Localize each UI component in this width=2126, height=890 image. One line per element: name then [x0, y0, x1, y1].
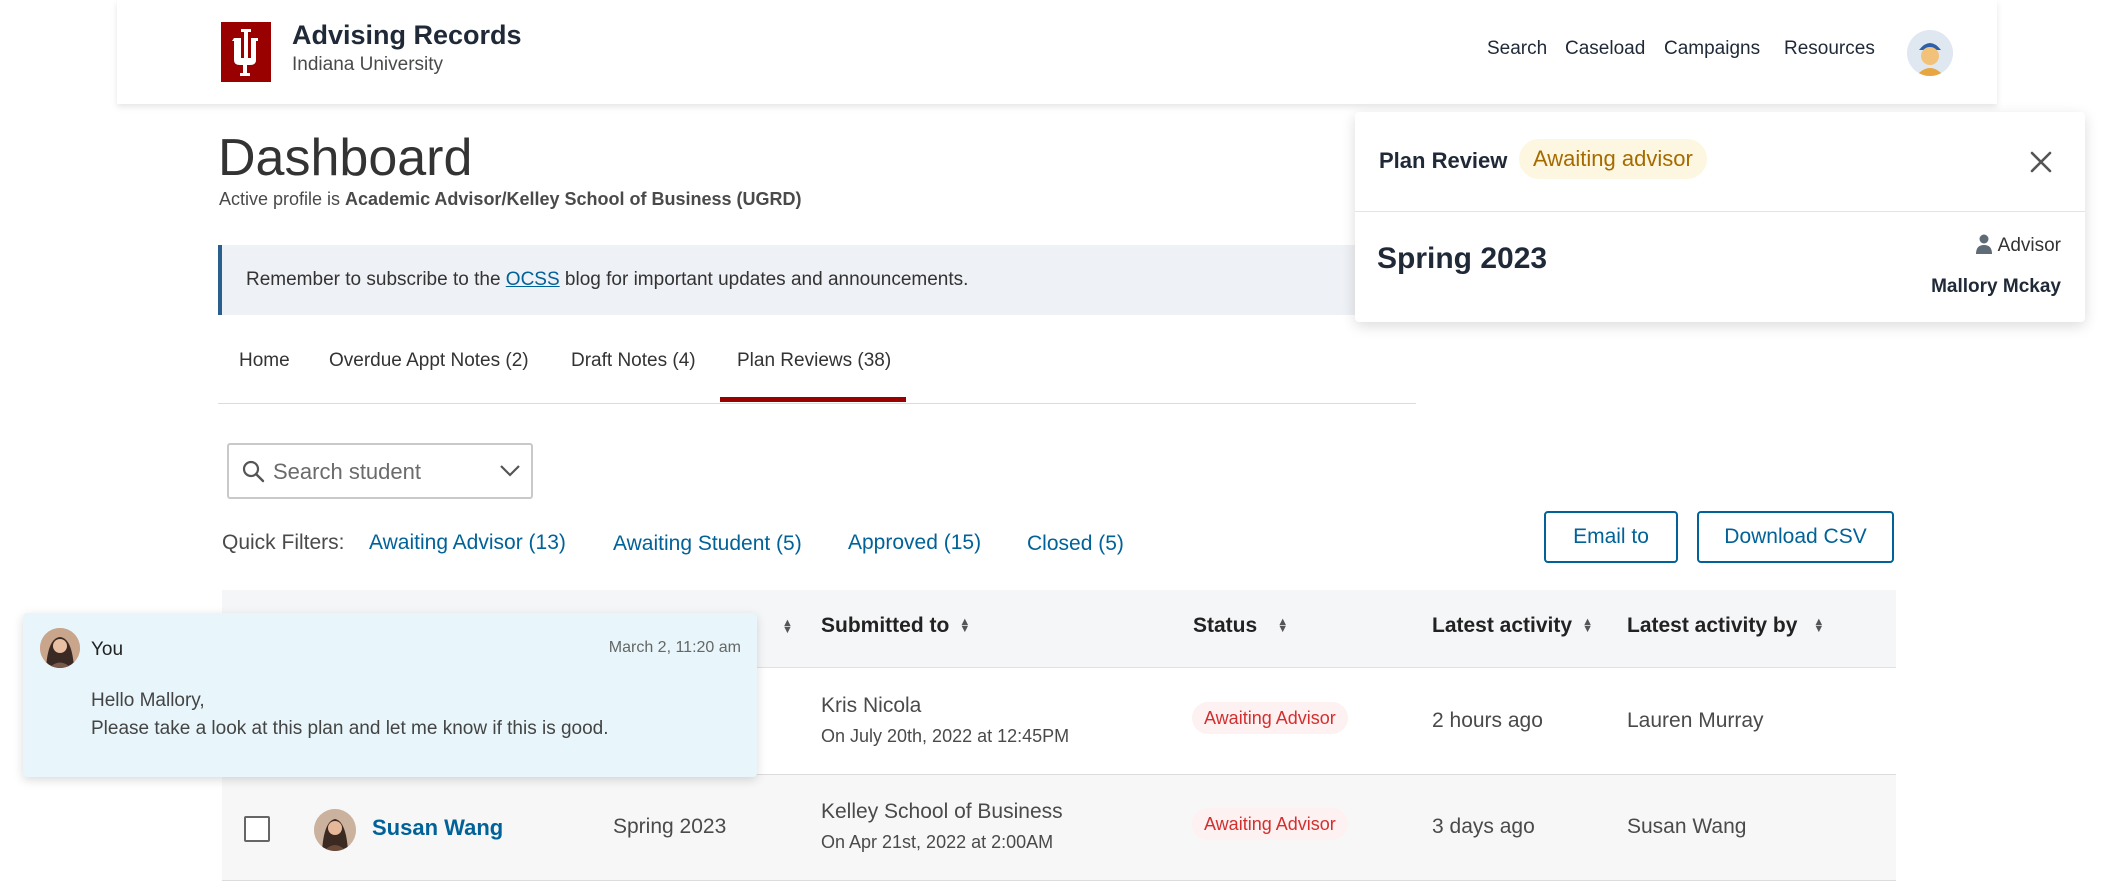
latest-activity: 3 days ago [1432, 815, 1535, 838]
popover-title: Plan Review [1379, 148, 1508, 173]
notice-banner: Remember to subscribe to the OCSS blog f… [218, 245, 1358, 315]
row-checkbox[interactable] [244, 816, 270, 842]
submitted-to: Kelley School of Business [821, 800, 1063, 823]
page-title: Dashboard [218, 129, 473, 187]
nav-resources[interactable]: Resources [1784, 38, 1875, 60]
email-to-button[interactable]: Email to [1544, 511, 1678, 563]
term: Spring 2023 [613, 815, 727, 838]
filter-awaiting-advisor[interactable]: Awaiting Advisor (13) [369, 531, 566, 555]
advisor-role-label: Advisor [1997, 235, 2061, 256]
latest-activity-by: Susan Wang [1627, 815, 1747, 838]
submitted-to: Kris Nicola [821, 694, 922, 717]
col-latest-activity-label: Latest activity [1432, 614, 1573, 637]
person-icon [1975, 234, 1992, 254]
popover-header: Plan Review Awaiting advisor [1355, 112, 2085, 212]
notice-text: Remember to subscribe to the OCSS blog f… [246, 269, 968, 291]
col-submitted-to-label: Submitted to [821, 614, 950, 637]
user-avatar[interactable] [1907, 30, 1953, 76]
plan-review-popover: Plan Review Awaiting advisor Spring 2023… [1355, 112, 2085, 322]
ocss-link[interactable]: OCSS [506, 269, 560, 290]
sort-icon[interactable]: ▲ ▼ [1277, 617, 1288, 635]
tab-home[interactable]: Home [239, 350, 290, 372]
sort-icon[interactable]: ▲ ▼ [959, 617, 970, 635]
nav-search[interactable]: Search [1487, 38, 1547, 60]
tab-overdue-appt-notes[interactable]: Overdue Appt Notes (2) [329, 350, 529, 372]
active-profile: Active profile is Academic Advisor/Kelle… [219, 189, 802, 210]
comment-line: Please take a look at this plan and let … [91, 718, 609, 739]
filter-approved[interactable]: Approved (15) [848, 531, 981, 555]
advisor-name: Mallory Mckay [1931, 276, 2061, 297]
filter-awaiting-student[interactable]: Awaiting Student (5) [613, 532, 802, 556]
app-subtitle: Indiana University [292, 54, 444, 75]
status-badge: Awaiting Advisor [1192, 702, 1348, 734]
latest-activity: 2 hours ago [1432, 709, 1543, 732]
latest-activity-by: Lauren Murray [1627, 709, 1764, 732]
plan-term: Spring 2023 [1377, 242, 1548, 275]
submitted-date: On Apr 21st, 2022 at 2:00AM [821, 832, 1054, 852]
comment-bubble: You March 2, 11:20 am Hello Mallory, Ple… [23, 613, 757, 777]
sort-icon[interactable]: ▲ ▼ [782, 618, 793, 636]
search-input[interactable] [273, 457, 493, 487]
tab-draft-notes[interactable]: Draft Notes (4) [571, 350, 696, 372]
sort-icon[interactable]: ▲ ▼ [1813, 617, 1824, 635]
profile-value: Academic Advisor/Kelley School of Busine… [345, 189, 802, 209]
top-header: Advising Records Indiana University Sear… [117, 0, 1997, 104]
tab-plan-reviews[interactable]: Plan Reviews (38) [737, 350, 891, 372]
student-search[interactable] [227, 443, 533, 499]
status-badge: Awaiting Advisor [1192, 808, 1348, 840]
student-name-link[interactable]: Susan Wang [372, 815, 503, 841]
nav-campaigns[interactable]: Campaigns [1664, 38, 1760, 60]
sort-icon[interactable]: ▲ ▼ [1582, 617, 1593, 635]
app-title: Advising Records [292, 20, 522, 50]
close-icon[interactable] [2027, 148, 2055, 176]
notice-after: blog for important updates and announcem… [559, 269, 969, 290]
submitted-date: On July 20th, 2022 at 12:45PM [821, 726, 1070, 746]
col-latest-activity[interactable]: Latest activity ▲ ▼ [1432, 614, 1593, 638]
profile-prefix: Active profile is [219, 189, 346, 209]
status-badge: Awaiting advisor [1519, 139, 1707, 179]
avatar [314, 809, 356, 851]
col-status[interactable]: Status ▲ ▼ [1193, 614, 1288, 638]
trident-icon [232, 29, 258, 76]
comment-author: You [91, 639, 124, 660]
quick-filters-label: Quick Filters: [222, 531, 345, 554]
active-tab-indicator [720, 397, 906, 402]
col-submitted-to[interactable]: Submitted to ▲ ▼ [821, 614, 970, 638]
chevron-down-icon[interactable] [499, 463, 521, 479]
notice-before: Remember to subscribe to the [246, 269, 506, 290]
iu-logo[interactable] [221, 22, 271, 82]
advisor-role: Advisor [1975, 234, 2061, 257]
nav-caseload[interactable]: Caseload [1565, 38, 1645, 60]
col-latest-activity-by[interactable]: Latest activity by ▲ ▼ [1627, 614, 1824, 638]
col-status-label: Status [1193, 614, 1258, 637]
search-icon [242, 460, 265, 483]
table-row[interactable]: Susan Wang Spring 2023 Kelley School of … [222, 775, 1896, 881]
download-csv-button[interactable]: Download CSV [1697, 511, 1894, 563]
comment-line: Hello Mallory, [91, 690, 205, 711]
avatar [40, 628, 80, 668]
comment-timestamp: March 2, 11:20 am [608, 639, 741, 656]
dashboard-tabs: Home Overdue Appt Notes (2) Draft Notes … [218, 340, 1416, 404]
col-latest-activity-by-label: Latest activity by [1627, 614, 1798, 637]
filter-closed[interactable]: Closed (5) [1027, 532, 1124, 556]
